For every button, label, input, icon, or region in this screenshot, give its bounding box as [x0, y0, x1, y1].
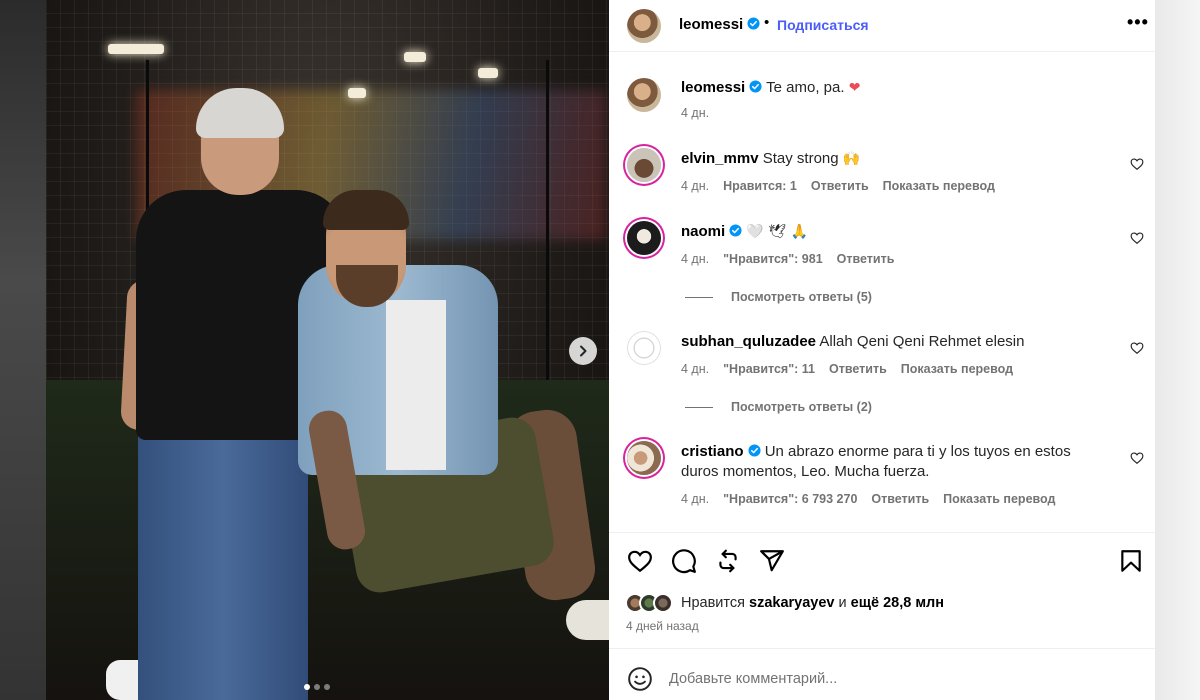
- heart-icon[interactable]: [1130, 451, 1144, 465]
- post-date[interactable]: 4 дней назад: [626, 619, 699, 633]
- person-messi-shirt: [386, 300, 446, 470]
- caption-username[interactable]: leomessi: [681, 79, 745, 96]
- comment-username[interactable]: cristiano: [681, 443, 744, 460]
- heart-icon[interactable]: [1130, 231, 1144, 245]
- view-replies-button[interactable]: Посмотреть ответы (2): [685, 400, 872, 414]
- caption-time: 4 дн.: [681, 106, 710, 120]
- comment-emoji: 🤍 🕊 🙏: [746, 224, 808, 240]
- comment-meta: 4 дн. "Нравится": 981 Ответить: [681, 252, 894, 266]
- heart-icon[interactable]: [627, 548, 653, 574]
- add-comment-input[interactable]: [669, 664, 1119, 694]
- more-options-button[interactable]: •••: [1127, 12, 1149, 33]
- caption-meta: 4 дн.: [681, 106, 709, 120]
- post-details-panel: leomessi • Подписаться ••• leomessi Te a…: [609, 0, 1155, 700]
- header-separator: •: [764, 14, 770, 31]
- verified-badge-icon: [747, 17, 760, 30]
- verified-badge-icon: [749, 80, 762, 93]
- repost-icon[interactable]: [715, 548, 741, 574]
- comment-likes[interactable]: Нравится: 1: [723, 179, 797, 193]
- translate-button[interactable]: Показать перевод: [943, 492, 1055, 506]
- liker-avatar: [653, 593, 673, 613]
- reply-button[interactable]: Ответить: [811, 179, 869, 193]
- likes-count[interactable]: ещё 28,8 млн: [851, 595, 944, 611]
- carousel-dot: [324, 684, 330, 690]
- comment-body: Allah Qeni Qeni Rehmet elesin: [819, 333, 1025, 350]
- comment-username[interactable]: elvin_mmv: [681, 150, 759, 167]
- divider: [609, 532, 1155, 533]
- view-replies-label: Посмотреть ответы (2): [731, 400, 872, 414]
- ceiling-lamp: [404, 52, 426, 62]
- replies-line: [685, 296, 713, 298]
- net-post: [546, 60, 549, 380]
- background-blur-left: [0, 0, 46, 700]
- replies-line: [685, 406, 713, 408]
- comment-likes[interactable]: "Нравится": 6 793 270: [723, 492, 857, 506]
- author-avatar[interactable]: [627, 78, 661, 112]
- comment-emoji: 🙌: [842, 151, 861, 167]
- commenter-avatar[interactable]: [627, 148, 661, 182]
- carousel-dot: [304, 684, 310, 690]
- comment-text: elvin_mmv Stay strong 🙌: [681, 149, 1101, 169]
- chevron-right-icon: [580, 345, 587, 357]
- carousel-dot: [314, 684, 320, 690]
- comment-text: subhan_quluzadee Allah Qeni Qeni Rehmet …: [681, 332, 1101, 352]
- comment-meta: 4 дн. "Нравится": 6 793 270 Ответить Пок…: [681, 492, 1055, 506]
- ceiling-lamp: [108, 44, 164, 54]
- view-replies-button[interactable]: Посмотреть ответы (5): [685, 290, 872, 304]
- likes-text: Нравится szakaryayev и ещё 28,8 млн: [681, 595, 944, 611]
- commenter-avatar[interactable]: [627, 221, 661, 255]
- comment-time: 4 дн.: [681, 362, 710, 376]
- comment-body: Stay strong: [762, 150, 839, 167]
- reply-button[interactable]: Ответить: [871, 492, 929, 506]
- commenter-avatar[interactable]: [627, 331, 661, 365]
- heart-emoji: ❤: [848, 80, 861, 96]
- heart-icon[interactable]: [1130, 157, 1144, 171]
- comment-likes[interactable]: "Нравится": 11: [723, 362, 815, 376]
- comment-time: 4 дн.: [681, 252, 710, 266]
- background-blur-right: [1155, 0, 1200, 700]
- comment-meta: 4 дн. Нравится: 1 Ответить Показать пере…: [681, 179, 995, 193]
- translate-button[interactable]: Показать перевод: [883, 179, 995, 193]
- verified-badge-icon: [729, 224, 742, 237]
- person-messi-hair: [323, 190, 409, 230]
- commenter-avatar[interactable]: [627, 441, 661, 475]
- translate-button[interactable]: Показать перевод: [901, 362, 1013, 376]
- comment-likes[interactable]: "Нравится": 981: [723, 252, 823, 266]
- divider: [609, 648, 1155, 649]
- view-replies-label: Посмотреть ответы (5): [731, 290, 872, 304]
- person-father-jeans: [138, 425, 308, 700]
- post-header: leomessi • Подписаться •••: [609, 0, 1155, 52]
- bookmark-icon[interactable]: [1118, 548, 1144, 574]
- author-username[interactable]: leomessi: [679, 16, 760, 33]
- share-icon[interactable]: [759, 548, 785, 574]
- ceiling-lamp: [478, 68, 498, 78]
- heart-icon[interactable]: [1130, 341, 1144, 355]
- post-photo[interactable]: [46, 0, 609, 700]
- likes-summary[interactable]: Нравится szakaryayev и ещё 28,8 млн: [625, 592, 944, 614]
- comment-username[interactable]: subhan_quluzadee: [681, 333, 816, 350]
- comment-username[interactable]: naomi: [681, 223, 725, 240]
- caption-text: leomessi Te amo, pa. ❤: [681, 78, 1101, 98]
- likes-prefix: Нравится: [681, 595, 745, 611]
- liker-username[interactable]: szakaryayev: [749, 595, 834, 611]
- carousel-dots: [304, 684, 330, 690]
- reply-button[interactable]: Ответить: [837, 252, 895, 266]
- ceiling-lamp: [348, 88, 366, 98]
- comment-time: 4 дн.: [681, 179, 710, 193]
- comment-meta: 4 дн. "Нравится": 11 Ответить Показать п…: [681, 362, 1013, 376]
- comment-time: 4 дн.: [681, 492, 710, 506]
- author-avatar[interactable]: [627, 9, 661, 43]
- emoji-icon[interactable]: [627, 666, 653, 692]
- verified-badge-icon: [747, 444, 761, 457]
- likes-middle: и: [838, 595, 847, 611]
- person-messi-shoe: [566, 600, 609, 640]
- comment-text: naomi 🤍 🕊 🙏: [681, 222, 1101, 242]
- comment-text: cristiano Un abrazo enorme para ti y los…: [681, 442, 1101, 482]
- caption-body: Te amo, pa.: [766, 79, 845, 96]
- reply-button[interactable]: Ответить: [829, 362, 887, 376]
- carousel-next-button[interactable]: [569, 337, 597, 365]
- comment-icon[interactable]: [671, 548, 697, 574]
- follow-button[interactable]: Подписаться: [777, 17, 869, 33]
